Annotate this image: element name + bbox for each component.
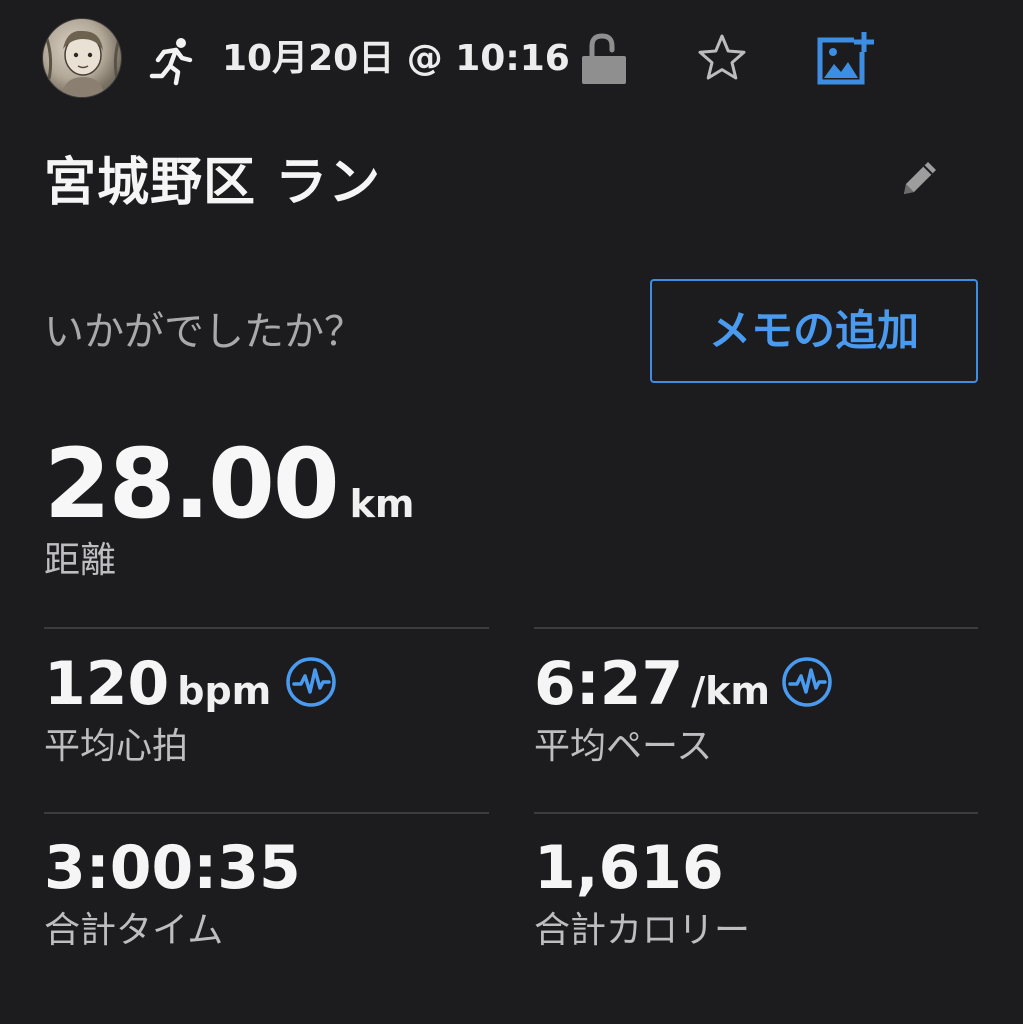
distance-unit: km [349, 482, 415, 526]
avg-heart-rate-label: 平均心拍 [44, 726, 189, 767]
distance-value: 28.00 [44, 428, 340, 540]
pace-graph-icon[interactable] [781, 656, 833, 708]
total-time-value: 3:00:35 [44, 833, 301, 903]
add-photo-icon[interactable] [814, 30, 876, 86]
divider [44, 812, 489, 814]
heart-rate-icon[interactable] [285, 656, 337, 708]
avg-pace-value: 6:27 [534, 649, 684, 719]
total-time-stat: 3:00:35 [44, 830, 301, 906]
user-avatar[interactable] [42, 18, 122, 98]
total-time-label: 合計タイム [44, 910, 224, 951]
activity-date-time: 10月20日 @ 10:16 [222, 38, 570, 79]
total-calories-label: 合計カロリー [534, 910, 751, 951]
avg-pace-unit: /km [691, 669, 770, 713]
activity-title: 宮城野区 ラン [44, 153, 382, 213]
running-icon [146, 36, 196, 86]
avatar-illustration [45, 30, 121, 97]
star-icon[interactable] [696, 32, 748, 84]
divider [534, 627, 978, 629]
avg-heart-rate-stat: 120 bpm [44, 646, 271, 722]
unlock-icon[interactable] [580, 32, 628, 86]
pencil-icon[interactable] [896, 154, 944, 202]
total-calories-stat: 1,616 [534, 830, 724, 906]
total-calories-value: 1,616 [534, 833, 724, 903]
avg-heart-rate-unit: bpm [177, 669, 272, 713]
distance-label: 距離 [44, 540, 117, 581]
top-bar: 10月20日 @ 10:16 [0, 0, 1023, 112]
divider [44, 627, 489, 629]
add-memo-button[interactable]: メモの追加 [650, 279, 978, 383]
distance-stat: 28.00 km [44, 424, 415, 544]
divider [534, 812, 978, 814]
avg-pace-label: 平均ペース [534, 726, 713, 767]
avg-pace-stat: 6:27/km [534, 646, 770, 722]
how-was-it-prompt: いかがでしたか？ [44, 309, 364, 355]
avg-heart-rate-value: 120 [44, 649, 170, 719]
